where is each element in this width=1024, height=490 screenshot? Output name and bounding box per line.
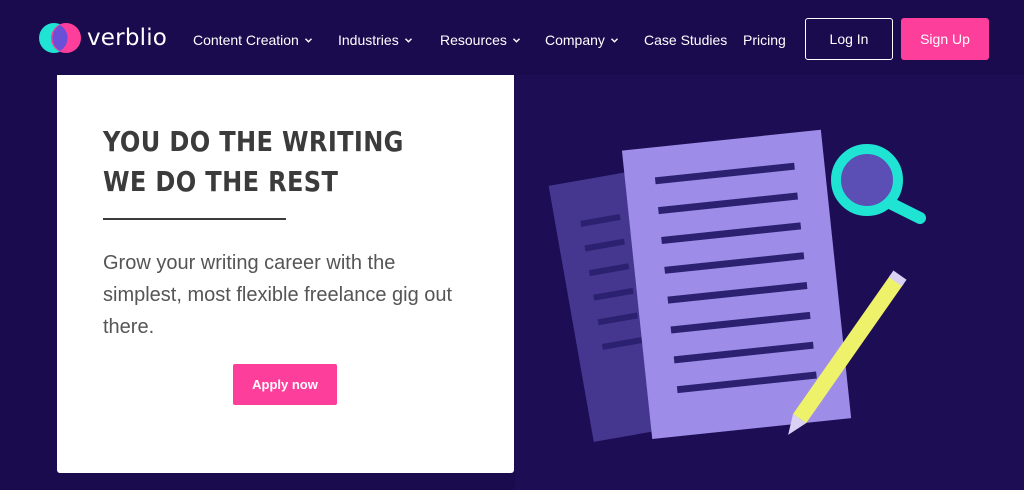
nav-item-industries[interactable]: Industries xyxy=(338,32,412,48)
nav-item-company[interactable]: Company xyxy=(545,32,618,48)
nav-label: Content Creation xyxy=(193,32,299,48)
nav-item-resources[interactable]: Resources xyxy=(440,32,520,48)
nav-label: Case Studies xyxy=(644,32,728,48)
hero-card: YOU DO THE WRITING WE DO THE REST Grow y… xyxy=(57,75,514,473)
apply-now-button[interactable]: Apply now xyxy=(233,364,337,405)
nav-label: Company xyxy=(545,32,605,48)
nav-label: Pricing xyxy=(743,32,786,48)
nav-item-content-creation[interactable]: Content Creation xyxy=(193,32,312,48)
nav-label: Industries xyxy=(338,32,399,48)
login-button[interactable]: Log In xyxy=(805,18,893,60)
brand-name: verblio xyxy=(87,25,168,51)
chevron-down-icon xyxy=(512,37,520,43)
nav-item-case-studies[interactable]: Case Studies xyxy=(644,32,727,48)
chevron-down-icon xyxy=(404,37,412,43)
magnifier-icon xyxy=(831,144,926,224)
hero-headline-line-2: WE DO THE REST xyxy=(103,165,339,198)
signup-button[interactable]: Sign Up xyxy=(901,18,989,60)
chevron-down-icon xyxy=(304,37,312,43)
brand-logo[interactable]: verblio xyxy=(38,22,167,54)
chevron-down-icon xyxy=(610,37,618,43)
headline-divider xyxy=(103,218,286,220)
verblio-logo-icon xyxy=(39,23,81,53)
hero-headline: YOU DO THE WRITING WE DO THE REST xyxy=(103,122,404,202)
nav-item-pricing[interactable]: Pricing xyxy=(743,32,786,48)
hero-illustration xyxy=(548,129,926,442)
hero-subtext: Grow your writing career with the simple… xyxy=(103,252,453,338)
hero-headline-line-1: YOU DO THE WRITING xyxy=(103,125,404,158)
nav-label: Resources xyxy=(440,32,507,48)
top-navigation-bar: verblio Content Creation Industries Reso… xyxy=(0,0,1024,75)
